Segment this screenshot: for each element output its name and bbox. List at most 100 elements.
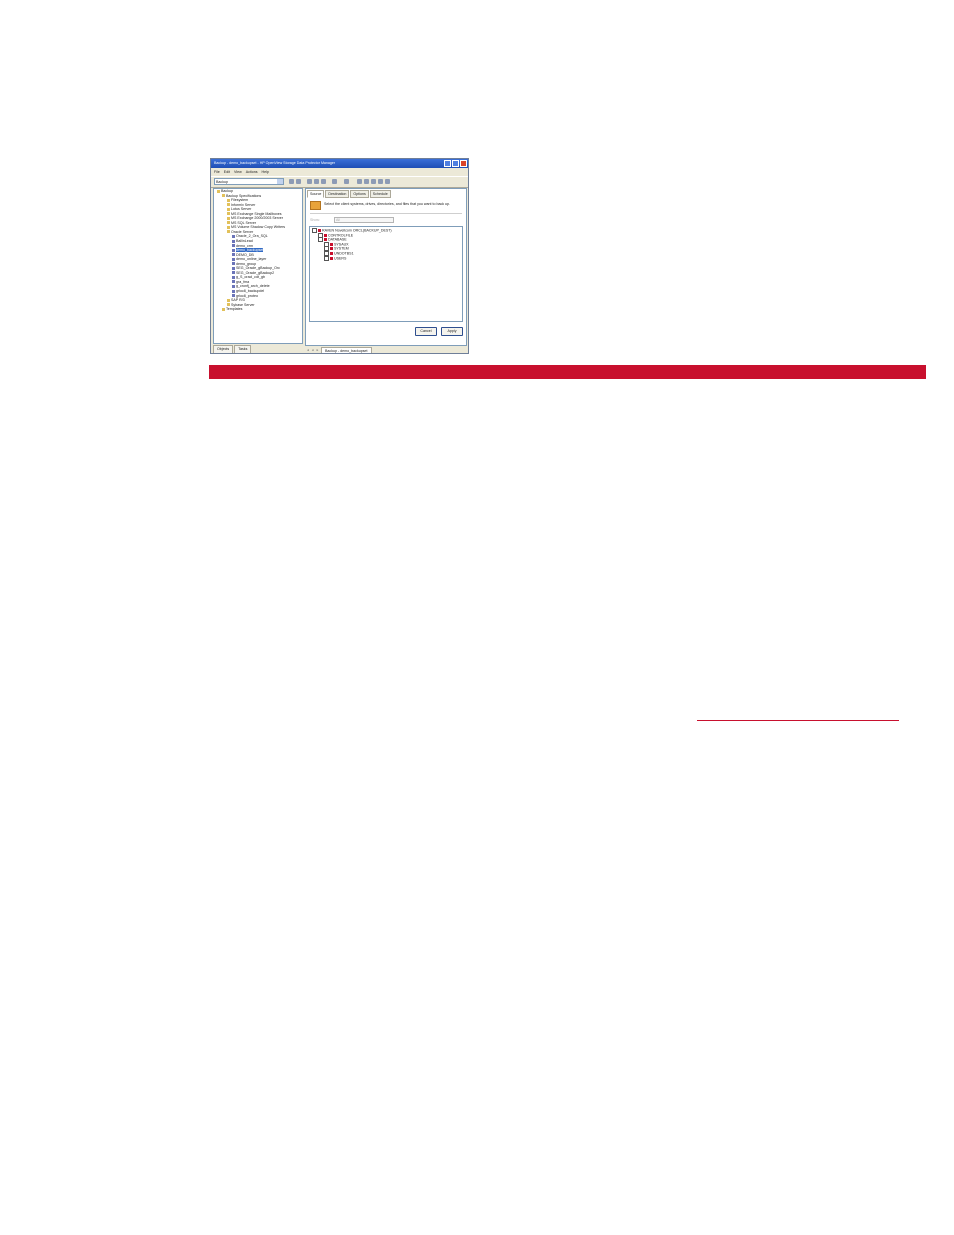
abort-icon[interactable] xyxy=(371,179,376,184)
chevron-down-icon xyxy=(277,179,283,184)
show-label: Show: xyxy=(310,218,320,222)
tree-node-label: MS SQL Server xyxy=(231,220,257,225)
red-rule-bar xyxy=(209,365,926,379)
database-object-icon xyxy=(330,251,333,255)
tree-node-label: Filesystem xyxy=(231,198,249,203)
menu-view[interactable]: View xyxy=(234,168,242,176)
menu-file[interactable]: File xyxy=(214,168,220,176)
tree-node-label: gra_fma xyxy=(236,279,250,284)
stop-icon[interactable] xyxy=(314,179,319,184)
cancel-button[interactable]: Cancel xyxy=(415,327,437,336)
tab-destination[interactable]: Destination xyxy=(325,190,350,198)
left-tab-bar: Objects Tasks xyxy=(213,345,303,353)
db-icon xyxy=(232,266,235,270)
back-icon[interactable] xyxy=(321,179,326,184)
dialog-buttons: Cancel Apply xyxy=(415,327,463,336)
window-title: Backup - demo_backupset - HP OpenView St… xyxy=(214,161,336,165)
tab-objects[interactable]: Objects xyxy=(213,345,234,353)
refresh-icon[interactable] xyxy=(296,179,301,184)
db-icon xyxy=(232,275,235,279)
apply-button[interactable]: Apply xyxy=(441,327,463,336)
list-view-icon[interactable] xyxy=(332,179,337,184)
db-icon xyxy=(232,244,235,248)
report-icon[interactable] xyxy=(378,179,383,184)
database-object-icon xyxy=(330,242,333,246)
title-bar: Backup - demo_backupset - HP OpenView St… xyxy=(211,159,468,168)
right-tab-bar: Source Destination Options Schedule xyxy=(307,190,391,198)
tree-node-label: Informix Server xyxy=(231,202,256,207)
server-icon xyxy=(318,229,321,232)
db-icon xyxy=(232,271,235,275)
db-icon xyxy=(232,262,235,266)
folder-icon xyxy=(227,221,230,225)
tree-node-label: demo_online_layer xyxy=(236,257,267,262)
tree-node-label: Backup xyxy=(221,189,233,193)
db-icon xyxy=(232,280,235,284)
monitor-icon[interactable] xyxy=(385,179,390,184)
db-icon xyxy=(232,253,235,257)
tree-node-label: Oracle Server xyxy=(231,229,254,234)
source-tree: RAVEN Novellcom ORCL(BACKUP_DEST) CONTROL… xyxy=(309,226,463,322)
scoping-pane: Backup Backup Specifications Filesystem Inf… xyxy=(213,188,303,344)
properties-icon[interactable] xyxy=(307,179,312,184)
checkbox[interactable] xyxy=(318,237,323,243)
checkbox[interactable] xyxy=(324,255,329,261)
menu-help[interactable]: Help xyxy=(262,168,269,176)
db-icon xyxy=(232,257,235,261)
menu-actions[interactable]: Actions xyxy=(246,168,258,176)
tree-node-label: Sybase Server xyxy=(231,302,255,307)
preview-icon[interactable] xyxy=(364,179,369,184)
context-select[interactable]: Backup xyxy=(214,178,284,185)
tree-node[interactable]: Templates xyxy=(214,307,302,312)
results-pane: Source Destination Options Schedule Sele… xyxy=(305,188,467,346)
app-screenshot: Backup - demo_backupset - HP OpenView St… xyxy=(210,158,469,354)
db-icon xyxy=(232,248,235,252)
tree-node-label: Templates xyxy=(226,307,243,312)
help-icon[interactable] xyxy=(344,179,349,184)
tree-node-label: MS Exchange Single Mailboxes xyxy=(231,211,282,216)
folder-icon xyxy=(310,201,321,210)
folder-icon xyxy=(227,216,230,220)
close-button[interactable] xyxy=(460,160,467,167)
tree-node-label: BallinLead xyxy=(236,239,253,244)
minimize-button[interactable] xyxy=(444,160,451,167)
db-icon xyxy=(232,239,235,243)
db-icon xyxy=(232,294,235,298)
database-object-icon xyxy=(330,247,333,251)
tab-source[interactable]: Source xyxy=(307,190,325,198)
instruction-text: Select the client systems, drives, direc… xyxy=(324,202,451,206)
tree-node-label: SEG_Oracle_gBackup2 xyxy=(236,270,275,275)
divider xyxy=(310,213,462,214)
red-underline-rule xyxy=(697,720,899,721)
tab-options[interactable]: Options xyxy=(350,190,369,198)
tree-node-label: MS Volume Shadow Copy Writers xyxy=(231,225,286,230)
print-icon[interactable] xyxy=(289,179,294,184)
tree-node-label: demo_crm xyxy=(236,243,253,248)
start-backup-icon[interactable] xyxy=(357,179,362,184)
folder-icon xyxy=(227,298,230,302)
folder-icon xyxy=(227,230,230,234)
source-node-label: UNDOTBS1 xyxy=(334,251,354,256)
show-select[interactable]: All xyxy=(334,217,394,223)
tab-schedule[interactable]: Schedule xyxy=(369,190,391,198)
folder-icon xyxy=(227,203,230,207)
database-object-icon xyxy=(324,238,327,242)
tree-node-label: g_S_oracl_cdt_gb xyxy=(236,275,265,280)
tree-node-label: grloc8_proteo xyxy=(236,293,258,298)
checkbox[interactable] xyxy=(312,228,317,233)
folder-icon xyxy=(227,212,230,216)
db-icon xyxy=(232,235,235,239)
menu-edit[interactable]: Edit xyxy=(224,168,230,176)
db-icon xyxy=(232,289,235,293)
tree-node-label: demo_backupset xyxy=(236,248,264,253)
folder-icon xyxy=(222,194,225,198)
maximize-button[interactable] xyxy=(452,160,459,167)
source-node-label: RAVEN Novellcom ORCL(BACKUP_DEST) xyxy=(322,228,392,233)
toolbar: Backup xyxy=(211,176,468,188)
tab-tasks[interactable]: Tasks xyxy=(234,345,252,353)
folder-icon xyxy=(217,189,220,193)
database-object-icon xyxy=(330,256,333,260)
tree-node-label: grloc8_backupdel xyxy=(236,289,265,294)
tab-backup-demo-backupset[interactable]: Backup - demo_backupset xyxy=(321,347,372,353)
source-tree-node[interactable]: USERS xyxy=(312,255,460,261)
